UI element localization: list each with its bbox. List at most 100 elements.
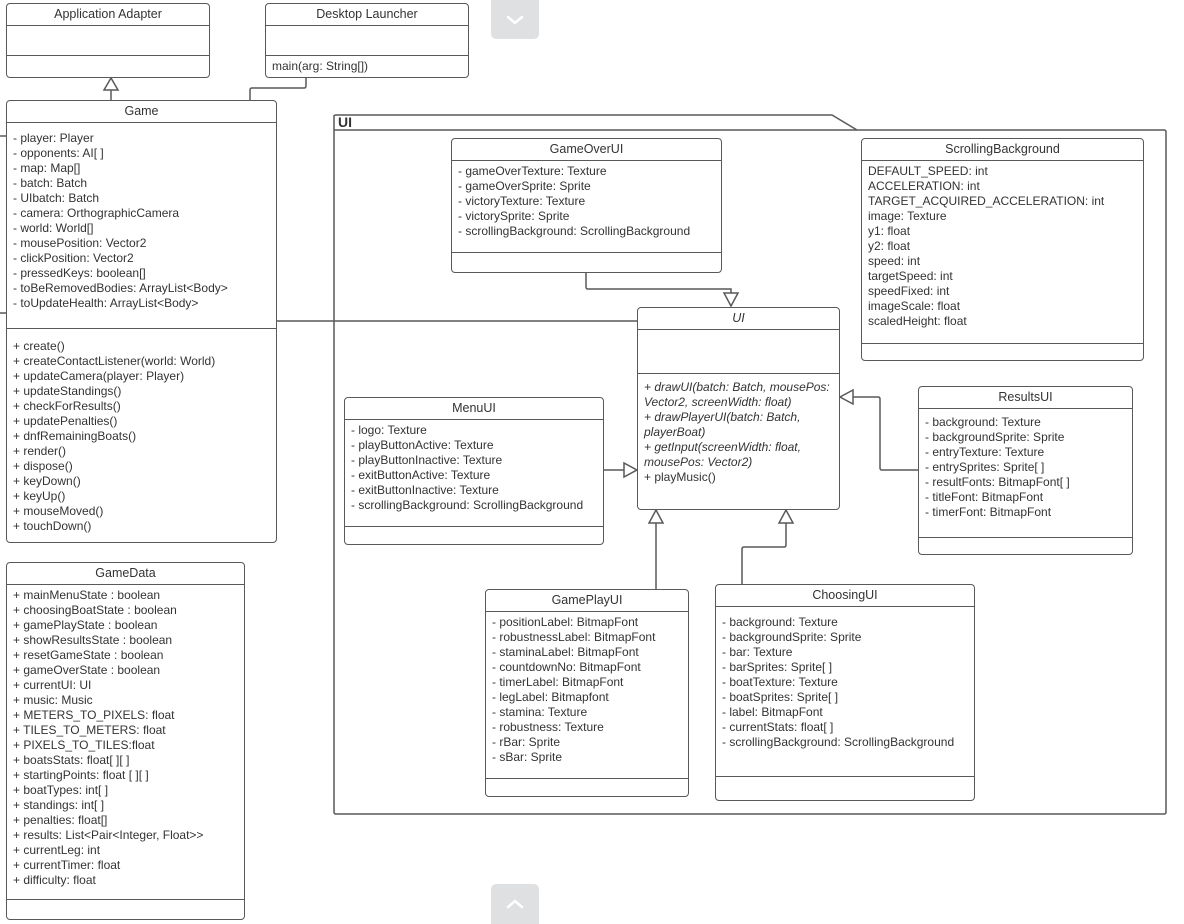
attribute-item: - label: BitmapFont xyxy=(722,705,823,719)
attribute-item: DEFAULT_SPEED: int xyxy=(868,164,988,178)
attribute-item: + showResultsState : boolean xyxy=(13,633,173,647)
operation-item: + getInput(screenWidth: float, mousePos:… xyxy=(644,440,801,469)
attribute-item: ACCELERATION: int xyxy=(868,179,980,193)
gameoverui-extends-ui xyxy=(585,272,732,293)
operation-item: + create() xyxy=(13,339,65,353)
class-choosing-ui[interactable]: ChoosingUI - background: Texture - backgr… xyxy=(715,584,975,801)
attribute-item: - batch: Batch xyxy=(13,176,88,190)
attribute-item: - logo: Texture xyxy=(351,423,427,437)
operations-section xyxy=(486,779,688,796)
class-game[interactable]: Game - player: Player - opponents: AI[ ] -… xyxy=(6,100,277,543)
attribute-item: targetSpeed: int xyxy=(868,269,953,283)
attribute-item: - boatSprites: Sprite[ ] xyxy=(722,690,839,704)
attribute-item: - positionLabel: BitmapFont xyxy=(492,615,639,629)
class-ui[interactable]: UI + drawUI(batch: Batch, mousePos: Vect… xyxy=(637,307,840,510)
operations-section xyxy=(919,538,1132,554)
attribute-item: - victorySprite: Sprite xyxy=(458,209,570,223)
operations-section: main(arg: String[]) xyxy=(266,56,468,78)
attribute-item: - camera: OrthographicCamera xyxy=(13,206,180,220)
attribute-item: + gameOverState : boolean xyxy=(13,663,161,677)
class-menu-ui[interactable]: MenuUI - logo: Texture - playButtonActive… xyxy=(344,397,604,545)
attribute-item: - gameOverSprite: Sprite xyxy=(458,179,591,193)
class-scrolling-background[interactable]: ScrollingBackground DEFAULT_SPEED: int AC… xyxy=(861,138,1144,361)
operations-section: + create() + createContactListener(world:… xyxy=(7,329,276,542)
class-name: ChoosingUI xyxy=(716,585,974,607)
scroll-up-button[interactable] xyxy=(491,0,539,39)
attribute-item: - bar: Texture xyxy=(722,645,793,659)
operation-item: + drawPlayerUI(batch: Batch, playerBoat) xyxy=(644,410,801,439)
attributes-section: + mainMenuState : boolean + choosingBoatS… xyxy=(7,585,244,900)
attribute-item: TARGET_ACQUIRED_ACCELERATION: int xyxy=(868,194,1105,208)
operations-section xyxy=(7,56,209,77)
class-name: GameData xyxy=(7,563,244,585)
class-game-data[interactable]: GameData + mainMenuState : boolean + choo… xyxy=(6,562,245,920)
operation-item: + keyDown() xyxy=(13,474,81,488)
class-desktop-launcher[interactable]: Desktop Launcher main(arg: String[]) xyxy=(265,3,469,78)
attributes-section: - player: Player - opponents: AI[ ] - map:… xyxy=(7,123,276,329)
operations-section: + drawUI(batch: Batch, mousePos: Vector2… xyxy=(638,374,839,509)
attribute-item: + boatTypes: int[ ] xyxy=(13,783,109,797)
scroll-down-button[interactable] xyxy=(491,884,539,924)
attribute-item: - barSprites: Sprite[ ] xyxy=(722,660,833,674)
attribute-item: - backgroundSprite: Sprite xyxy=(925,430,1065,444)
attributes-section: - logo: Texture - playButtonActive: Textu… xyxy=(345,420,603,527)
class-game-play-ui[interactable]: GamePlayUI - positionLabel: BitmapFont - … xyxy=(485,589,689,797)
operation-item: main(arg: String[]) xyxy=(272,59,369,73)
attribute-item: - robustness: Texture xyxy=(492,720,604,734)
class-name: Game xyxy=(7,101,276,123)
operation-item: + updatePenalties() xyxy=(13,414,118,428)
attribute-item: + choosingBoatState : boolean xyxy=(13,603,177,617)
attributes-section xyxy=(638,330,839,374)
chevron-down-icon xyxy=(506,15,524,25)
class-game-over-ui[interactable]: GameOverUI - gameOverTexture: Texture - g… xyxy=(451,138,722,273)
operation-item: + mouseMoved() xyxy=(13,504,104,518)
attribute-item: - rBar: Sprite xyxy=(492,735,561,749)
attribute-item: - playButtonActive: Texture xyxy=(351,438,494,452)
operations-section xyxy=(452,253,721,272)
attribute-item: - player: Player xyxy=(13,131,94,145)
attribute-item: - backgroundSprite: Sprite xyxy=(722,630,862,644)
operations-section xyxy=(862,344,1143,360)
attributes-section: - background: Texture - backgroundSprite:… xyxy=(919,409,1132,538)
attribute-item: speedFixed: int xyxy=(868,284,950,298)
attribute-item: - victoryTexture: Texture xyxy=(458,194,586,208)
class-results-ui[interactable]: ResultsUI - background: Texture - backgro… xyxy=(918,386,1133,555)
class-name: MenuUI xyxy=(345,398,603,420)
attribute-item: - legLabel: Bitmapfont xyxy=(492,690,609,704)
attribute-item: - playButtonInactive: Texture xyxy=(351,453,503,467)
attribute-item: - stamina: Texture xyxy=(492,705,588,719)
chevron-up-icon xyxy=(506,899,524,909)
attributes-section xyxy=(266,26,468,56)
attribute-item: + PIXELS_TO_TILES:float xyxy=(13,738,155,752)
attribute-item: - mousePosition: Vector2 xyxy=(13,236,147,250)
attribute-item: - toUpdateHealth: ArrayList<Body> xyxy=(13,296,199,310)
attribute-item: - scrollingBackground: ScrollingBackgrou… xyxy=(722,735,955,749)
operation-item: + touchDown() xyxy=(13,519,92,533)
class-name: ScrollingBackground xyxy=(862,139,1143,161)
attribute-item: - countdownNo: BitmapFont xyxy=(492,660,641,674)
attribute-item: + currentTimer: float xyxy=(13,858,121,872)
attribute-item: + currentUI: UI xyxy=(13,678,92,692)
class-application-adapter[interactable]: Application Adapter xyxy=(6,3,210,78)
attribute-item: + METERS_TO_PIXELS: float xyxy=(13,708,175,722)
attributes-section: - background: Texture - backgroundSprite:… xyxy=(716,607,974,777)
operation-item: + keyUp() xyxy=(13,489,66,503)
generalization-arrow-results xyxy=(838,388,854,406)
attribute-item: + difficulty: float xyxy=(13,873,96,887)
attribute-item: + mainMenuState : boolean xyxy=(13,588,161,602)
operations-section xyxy=(345,527,603,544)
attribute-item: - titleFont: BitmapFont xyxy=(925,490,1044,504)
attribute-item: - background: Texture xyxy=(925,415,1041,429)
attribute-item: - world: World[] xyxy=(13,221,94,235)
operation-item: + drawUI(batch: Batch, mousePos: Vector2… xyxy=(644,380,830,409)
operation-item: + updateStandings() xyxy=(13,384,122,398)
attribute-item: y2: float xyxy=(868,239,911,253)
generalization-arrow-adapter xyxy=(102,76,120,91)
class-name: Application Adapter xyxy=(7,4,209,26)
choosingui-extends-ui xyxy=(741,523,787,584)
resultsui-extends-ui xyxy=(853,396,918,471)
attribute-item: + TILES_TO_METERS: float xyxy=(13,723,166,737)
attribute-item: - toBeRemovedBodies: ArrayList<Body> xyxy=(13,281,228,295)
attribute-item: image: Texture xyxy=(868,209,947,223)
operations-section xyxy=(716,777,974,800)
